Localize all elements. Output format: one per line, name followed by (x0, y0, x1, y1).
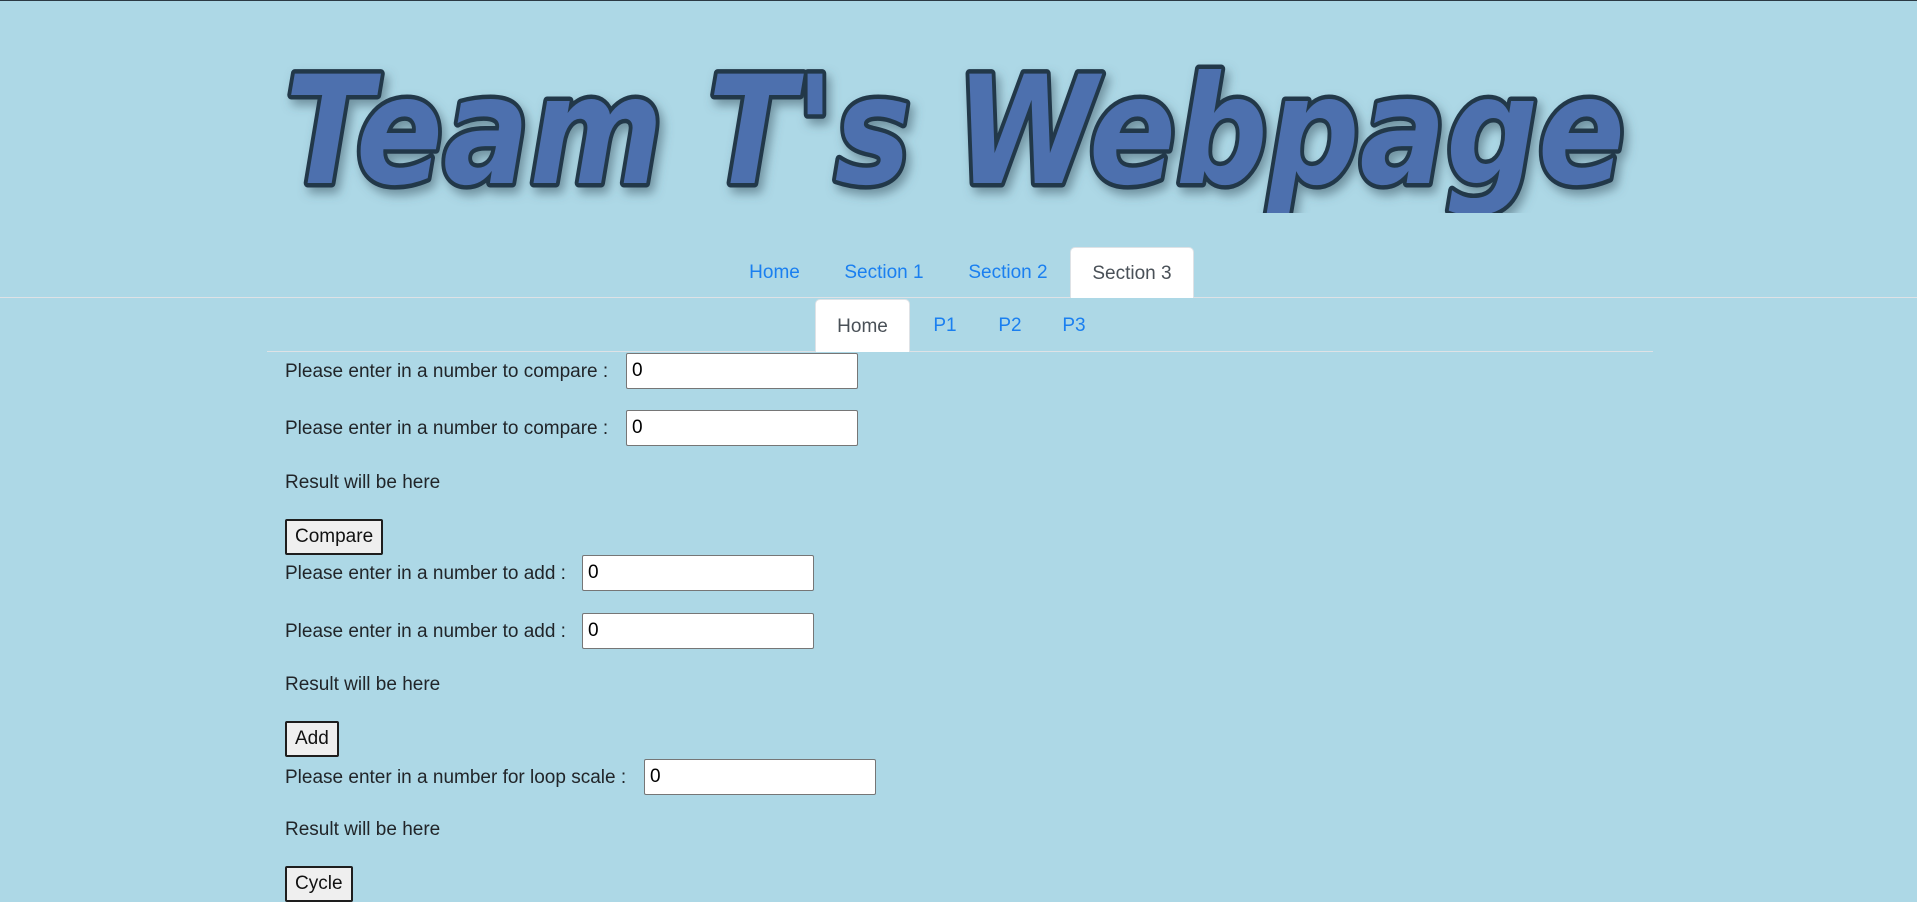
subtab-home[interactable]: Home (815, 299, 910, 352)
add-result: Result will be here (285, 674, 441, 695)
compare-prompt-2: Please enter in a number to compare : (285, 418, 609, 439)
cycle-input[interactable] (644, 759, 876, 795)
subtab-p3[interactable]: P3 (1043, 299, 1105, 352)
subtab-p1[interactable]: P1 (914, 299, 976, 352)
compare-button[interactable]: Compare (285, 519, 384, 555)
add-prompt-1: Please enter in a number to add : (285, 563, 566, 584)
add-button[interactable]: Add (285, 721, 339, 757)
banner-text: Team T's Webpage (285, 45, 1625, 213)
subtab-p2[interactable]: P2 (979, 299, 1041, 352)
add-prompt-2: Please enter in a number to add : (285, 621, 566, 642)
tab-section-2[interactable]: Section 2 (948, 247, 1068, 298)
tab-home[interactable]: Home (729, 247, 820, 298)
add-input-2[interactable] (582, 613, 814, 649)
compare-result: Result will be here (285, 472, 441, 493)
cycle-result: Result will be here (285, 819, 441, 840)
compare-input-2[interactable] (626, 410, 858, 446)
compare-input-1[interactable] (626, 353, 858, 389)
add-input-1[interactable] (582, 555, 814, 591)
compare-prompt-1: Please enter in a number to compare : (285, 361, 609, 382)
tab-section-3[interactable]: Section 3 (1070, 247, 1194, 298)
cycle-prompt: Please enter in a number for loop scale … (285, 767, 627, 788)
cycle-button[interactable]: Cycle (285, 866, 353, 902)
main-nav-tabs: Home Section 1 Section 2 Section 3 (0, 247, 1917, 298)
tab-section-1[interactable]: Section 1 (824, 247, 944, 298)
sub-nav-tabs: Home P1 P2 P3 (267, 299, 1653, 352)
site-banner-logo: Team T's Webpage (270, 33, 1640, 214)
